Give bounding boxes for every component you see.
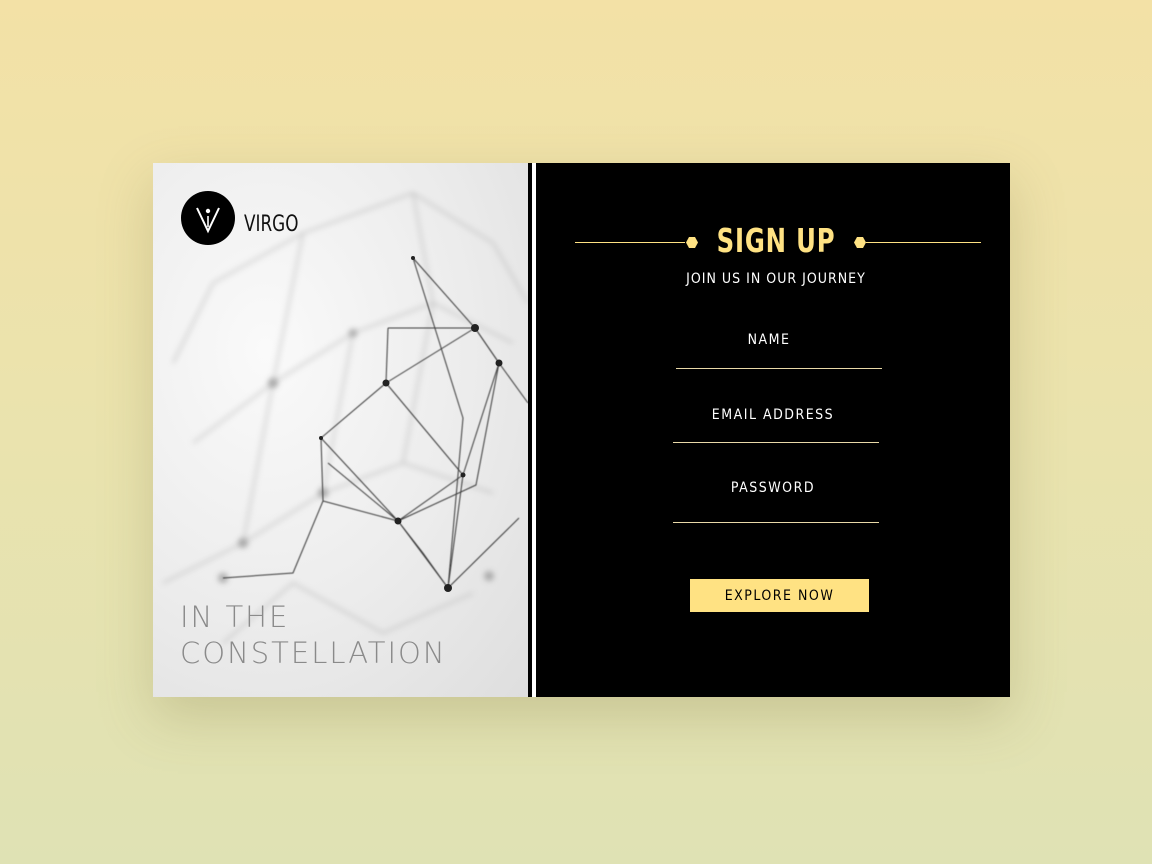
- password-field[interactable]: [673, 522, 879, 523]
- constellation-panel: VIRGO IN THE CONSTELLATION: [153, 163, 528, 697]
- hero-tagline: IN THE CONSTELLATION: [180, 599, 447, 671]
- brand-name: VIRGO: [244, 212, 299, 237]
- signup-card: VIRGO IN THE CONSTELLATION SIGN UP JOIN …: [153, 163, 1010, 697]
- signup-panel: SIGN UP JOIN US IN OUR JOURNEY NAME EMAI…: [542, 163, 1010, 697]
- explore-now-button[interactable]: EXPLORE NOW: [690, 579, 869, 612]
- signup-subtitle: JOIN US IN OUR JOURNEY: [686, 271, 866, 287]
- name-field-label: NAME: [747, 332, 791, 348]
- title-rule-right: [866, 242, 981, 243]
- signup-title: SIGN UP: [716, 221, 836, 260]
- tagline-line-1: IN THE: [180, 600, 290, 634]
- password-field-label: PASSWORD: [730, 480, 816, 496]
- name-field[interactable]: [676, 368, 882, 369]
- email-field-label: EMAIL ADDRESS: [711, 407, 835, 423]
- divider-stripe: [529, 163, 539, 697]
- virgo-logo-icon[interactable]: [181, 191, 235, 245]
- email-field[interactable]: [673, 442, 879, 443]
- tagline-line-2: CONSTELLATION: [180, 636, 447, 670]
